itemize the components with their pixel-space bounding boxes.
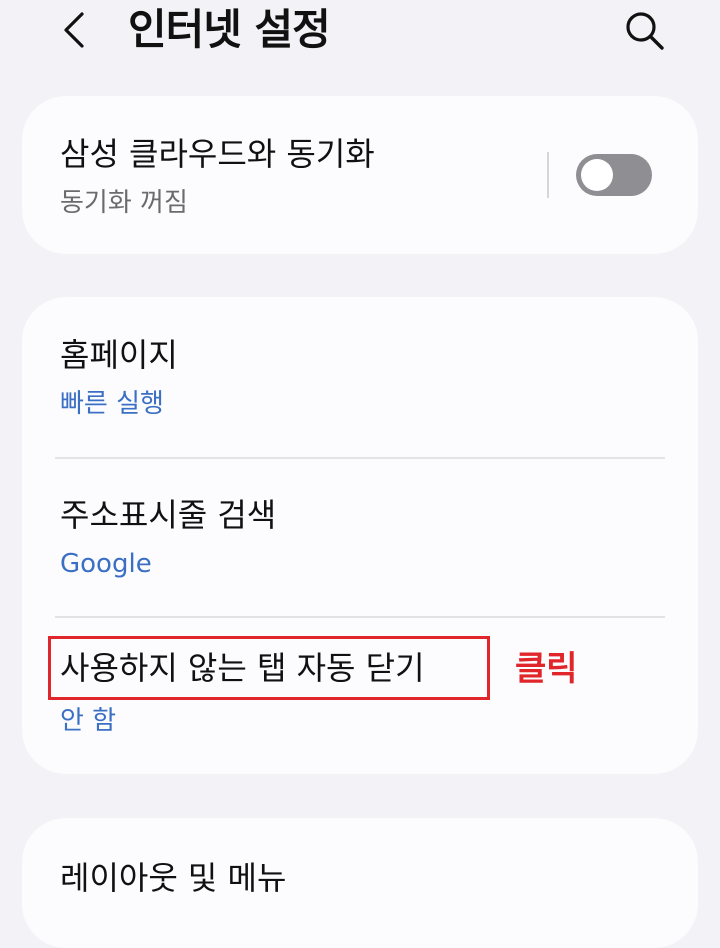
auto-close-tabs-value: 안 함 (60, 706, 117, 736)
back-button[interactable] (52, 6, 96, 54)
settings-card: 홈페이지 빠른 실행 주소표시줄 검색 Google 사용하지 않는 탭 자동 … (22, 297, 698, 774)
app-header: 인터넷 설정 (0, 0, 720, 70)
sync-row[interactable]: 삼성 클라우드와 동기화 동기화 꺼짐 (22, 96, 698, 254)
page-title: 인터넷 설정 (128, 5, 331, 54)
chevron-left-icon (64, 12, 84, 48)
homepage-row[interactable]: 홈페이지 빠른 실행 (22, 297, 698, 457)
layout-menu-row[interactable]: 레이아웃 및 메뉴 (22, 818, 698, 917)
sync-toggle[interactable] (576, 154, 652, 196)
address-bar-search-value: Google (60, 549, 152, 579)
homepage-value: 빠른 실행 (60, 389, 164, 419)
search-button[interactable] (618, 4, 670, 56)
address-bar-search-row[interactable]: 주소표시줄 검색 Google (22, 459, 698, 617)
click-annotation: 클릭 (515, 649, 578, 689)
search-icon (626, 12, 664, 50)
homepage-title: 홈페이지 (60, 336, 178, 374)
vertical-divider (547, 152, 549, 198)
sync-card: 삼성 클라우드와 동기화 동기화 꺼짐 (22, 96, 698, 254)
layout-menu-title: 레이아웃 및 메뉴 (60, 859, 287, 897)
sync-title: 삼성 클라우드와 동기화 (60, 135, 375, 173)
toggle-knob (581, 159, 613, 191)
address-bar-search-title: 주소표시줄 검색 (60, 496, 277, 534)
auto-close-tabs-row[interactable]: 사용하지 않는 탭 자동 닫기 안 함 (22, 618, 698, 774)
sync-status: 동기화 꺼짐 (60, 188, 188, 218)
layout-card: 레이아웃 및 메뉴 (22, 818, 698, 948)
auto-close-tabs-title: 사용하지 않는 탭 자동 닫기 (60, 649, 425, 687)
